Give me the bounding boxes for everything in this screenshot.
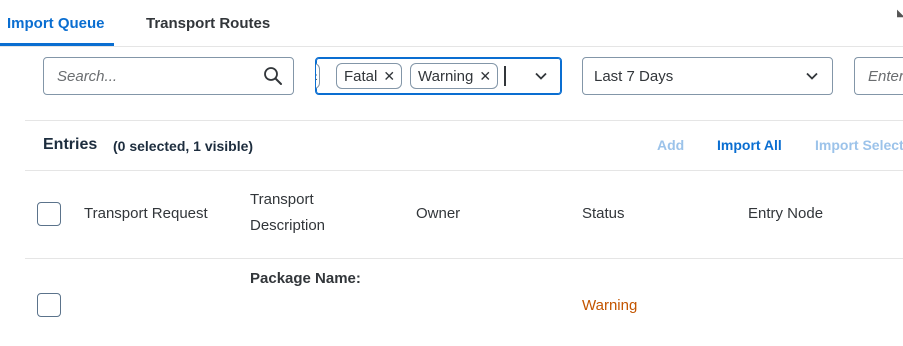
date-range-value: Last 7 Days <box>594 68 674 85</box>
overflow-tick-icon: ◣ <box>897 8 903 19</box>
tab-transport-routes[interactable]: Transport Routes <box>146 15 270 32</box>
token-warning[interactable]: Warning ✕ <box>410 63 499 89</box>
add-button[interactable]: Add <box>657 137 684 153</box>
column-header-description-line1[interactable]: Transport <box>250 187 314 213</box>
tab-bar: Import Queue Transport Routes ◣ <box>0 0 903 47</box>
column-header-transport-request[interactable]: Transport Request <box>84 201 208 227</box>
search-input[interactable]: Search... <box>43 57 294 95</box>
token-close-icon[interactable]: ✕ <box>479 64 491 88</box>
row-description: Package Name: <box>250 270 361 287</box>
token-label: Fatal <box>344 68 378 85</box>
row-checkbox[interactable] <box>37 293 61 317</box>
token-label: Warning <box>418 68 474 85</box>
status-multi-combobox[interactable]: ‹ Fatal ✕ Warning ✕ <box>315 57 562 95</box>
next-filter-placeholder: Enter... <box>868 68 903 85</box>
column-header-entry-node[interactable]: Entry Node <box>748 201 823 227</box>
active-tab-indicator <box>0 43 114 46</box>
text-cursor <box>504 66 506 86</box>
tab-import-queue[interactable]: Import Queue <box>7 15 105 32</box>
token-remove-icon: ‹ <box>316 64 318 88</box>
import-all-button[interactable]: Import All <box>717 137 782 153</box>
date-range-select[interactable]: Last 7 Days <box>582 57 833 95</box>
search-placeholder: Search... <box>57 68 118 85</box>
import-selected-button[interactable]: Import Selected <box>815 137 903 153</box>
next-filter-input[interactable]: Enter... <box>854 57 903 95</box>
truncated-token: ‹ <box>316 63 320 89</box>
column-header-status[interactable]: Status <box>582 201 625 227</box>
column-header-description-line2[interactable]: Description <box>250 213 325 239</box>
token-fatal[interactable]: Fatal ✕ <box>336 63 403 89</box>
select-all-checkbox[interactable] <box>37 202 61 226</box>
token-close-icon[interactable]: ✕ <box>383 64 395 88</box>
chevron-down-icon[interactable] <box>805 69 819 83</box>
search-icon[interactable] <box>263 66 283 86</box>
entries-count: (0 selected, 1 visible) <box>113 138 254 154</box>
divider <box>25 120 903 121</box>
divider <box>25 258 903 259</box>
row-status: Warning <box>582 297 638 314</box>
entries-title: Entries <box>43 136 98 153</box>
chevron-down-icon[interactable] <box>534 69 548 83</box>
column-header-owner[interactable]: Owner <box>416 201 460 227</box>
divider <box>25 170 903 171</box>
